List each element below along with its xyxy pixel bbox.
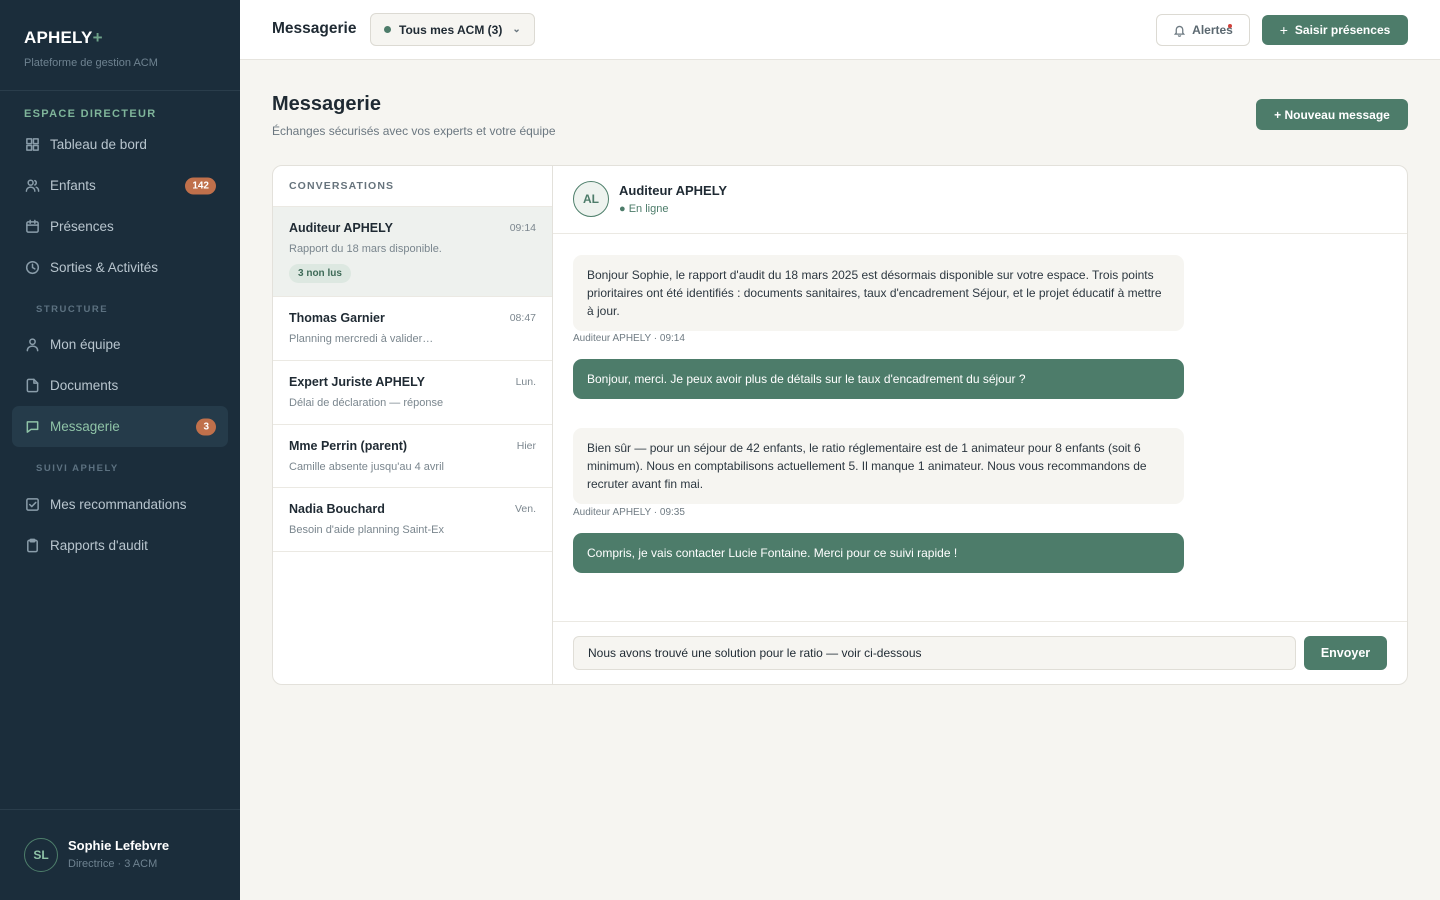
contact-name: Auditeur APHELY	[619, 183, 728, 198]
conversation-list: CONVERSATIONS Auditeur APHELY 09:14 Rapp…	[273, 166, 553, 684]
acm-selector[interactable]: Tous mes ACM (3) ⌄	[370, 13, 535, 46]
message-incoming: Bien sûr — pour un séjour de 42 enfants,…	[573, 428, 1184, 504]
conversation-preview: Rapport du 18 mars disponible.	[289, 243, 442, 255]
sidebar-item-label: Documents	[50, 378, 119, 393]
message-meta: Auditeur APHELY · 09:35	[573, 507, 685, 518]
message-outgoing: Compris, je vais contacter Lucie Fontain…	[573, 533, 1184, 573]
messaging-panel: CONVERSATIONS Auditeur APHELY 09:14 Rapp…	[272, 165, 1408, 685]
users-icon	[24, 178, 40, 194]
page-subtitle: Échanges sécurisés avec vos experts et v…	[272, 124, 556, 138]
conversation-item[interactable]: Expert Juriste APHELY Lun. Délai de décl…	[273, 361, 552, 425]
conversation-time: Lun.	[515, 376, 536, 388]
brand-logo[interactable]: APHELY+	[24, 28, 216, 48]
sidebar-item-sorties-activites[interactable]: Sorties & Activités	[12, 247, 228, 288]
sidebar-item-label: Rapports d'audit	[50, 538, 148, 553]
enfants-count-badge: 142	[185, 177, 216, 194]
section-suivi-aphely: SUIVI APHELY	[36, 463, 119, 474]
clock-icon	[24, 260, 40, 276]
saisir-presences-label: Saisir présences	[1294, 23, 1391, 37]
sidebar-item-label: Mon équipe	[50, 337, 121, 352]
file-icon	[24, 378, 40, 394]
alerts-button[interactable]: Alertes	[1156, 14, 1250, 46]
sidebar-item-documents[interactable]: Documents	[12, 365, 228, 406]
message-outgoing: Bonjour, merci. Je peux avoir plus de dé…	[573, 359, 1184, 399]
section-structure: STRUCTURE	[36, 304, 109, 315]
alert-indicator-dot	[1228, 24, 1232, 28]
conversation-name: Auditeur APHELY	[289, 221, 393, 235]
saisir-presences-button[interactable]: + Saisir présences	[1262, 15, 1408, 45]
checkbox-icon	[24, 497, 40, 513]
sidebar-item-messagerie[interactable]: Messagerie 3	[12, 406, 228, 447]
conversation-time: Hier	[516, 440, 536, 452]
conversation-item[interactable]: Auditeur APHELY 09:14 Rapport du 18 mars…	[273, 207, 552, 297]
acm-selector-value: Tous mes ACM (3)	[399, 22, 503, 37]
nav-structure: Mon équipe Documents Messagerie 3	[0, 324, 240, 447]
sidebar: APHELY+ Plateforme de gestion ACM ESPACE…	[0, 0, 240, 900]
conversation-preview: Planning mercredi à valider…	[289, 333, 434, 345]
sidebar-item-label: Présences	[50, 219, 114, 234]
clipboard-icon	[24, 538, 40, 554]
sidebar-item-label: Enfants	[50, 178, 96, 193]
conversation-time: 08:47	[509, 312, 536, 324]
plus-icon: +	[1279, 22, 1288, 38]
user-icon	[24, 337, 40, 353]
sidebar-item-label: Tableau de bord	[50, 137, 147, 152]
nav-main: Tableau de bord Enfants 142 Présences So…	[0, 124, 240, 288]
message-meta: Auditeur APHELY · 09:14	[573, 333, 685, 344]
sidebar-item-label: Mes recommandations	[50, 497, 187, 512]
user-role: Directrice · 3 ACM	[68, 858, 158, 870]
section-espace-directeur: ESPACE DIRECTEUR	[24, 108, 157, 120]
message-composer: Envoyer	[553, 621, 1407, 684]
unread-badge: 3 non lus	[289, 264, 351, 283]
sidebar-item-label: Sorties & Activités	[50, 260, 159, 275]
brand-subtitle: Plateforme de gestion ACM	[24, 57, 158, 69]
brand-plus: +	[92, 28, 103, 47]
conversation-name: Mme Perrin (parent)	[289, 439, 408, 453]
alerts-label: Alertes	[1192, 23, 1233, 37]
nav-suivi: Mes recommandations Rapports d'audit	[0, 484, 240, 566]
message-input[interactable]	[573, 636, 1296, 670]
conversation-preview: Camille absente jusqu'au 4 avril	[289, 461, 444, 473]
messagerie-unread-badge: 3	[196, 418, 216, 435]
sidebar-item-tableau-de-bord[interactable]: Tableau de bord	[12, 124, 228, 165]
bell-icon	[1174, 25, 1186, 37]
new-message-button[interactable]: + Nouveau message	[1256, 99, 1408, 130]
chevron-down-icon: ⌄	[512, 24, 521, 35]
sidebar-item-presences[interactable]: Présences	[12, 206, 228, 247]
conversation-item[interactable]: Nadia Bouchard Ven. Besoin d'aide planni…	[273, 488, 552, 552]
calendar-icon	[24, 219, 40, 235]
conversation-preview: Délai de déclaration — réponse	[289, 397, 444, 409]
conversation-name: Nadia Bouchard	[289, 502, 385, 516]
page-title: Messagerie	[272, 93, 381, 115]
conversation-item[interactable]: Thomas Garnier 08:47 Planning mercredi à…	[273, 297, 552, 361]
status-dot-icon	[384, 26, 391, 33]
contact-status: ● En ligne	[619, 203, 669, 215]
brand-name: APHELY	[24, 28, 93, 47]
message-incoming: Bonjour Sophie, le rapport d'audit du 18…	[573, 255, 1184, 331]
send-button[interactable]: Envoyer	[1304, 636, 1387, 670]
conversations-heading: CONVERSATIONS	[273, 166, 552, 207]
user-name: Sophie Lefebvre	[68, 838, 170, 853]
conversation-name: Expert Juriste APHELY	[289, 375, 425, 389]
user-avatar: SL	[24, 838, 58, 872]
topbar-title: Messagerie	[272, 20, 357, 37]
sidebar-item-label: Messagerie	[50, 419, 120, 434]
topbar: Messagerie Tous mes ACM (3) ⌄ Alertes + …	[240, 0, 1440, 60]
contact-avatar: AL	[573, 181, 609, 217]
sidebar-item-rapports-audit[interactable]: Rapports d'audit	[12, 525, 228, 566]
chat-window: AL Auditeur APHELY ● En ligne Bonjour So…	[553, 166, 1407, 684]
conversation-time: 09:14	[509, 222, 536, 234]
brand: APHELY+ Plateforme de gestion ACM	[0, 0, 240, 91]
user-profile[interactable]: SL Sophie Lefebvre Directrice · 3 ACM	[0, 809, 240, 900]
conversation-time: Ven.	[514, 503, 536, 515]
conversation-preview: Besoin d'aide planning Saint-Ex	[289, 524, 444, 536]
conversation-item[interactable]: Mme Perrin (parent) Hier Camille absente…	[273, 425, 552, 488]
grid-icon	[24, 137, 40, 153]
sidebar-item-mon-equipe[interactable]: Mon équipe	[12, 324, 228, 365]
sidebar-item-mes-recommandations[interactable]: Mes recommandations	[12, 484, 228, 525]
conversation-name: Thomas Garnier	[289, 311, 385, 325]
chat-header: AL Auditeur APHELY ● En ligne	[553, 166, 1407, 234]
sidebar-item-enfants[interactable]: Enfants 142	[12, 165, 228, 206]
message-icon	[24, 419, 40, 435]
